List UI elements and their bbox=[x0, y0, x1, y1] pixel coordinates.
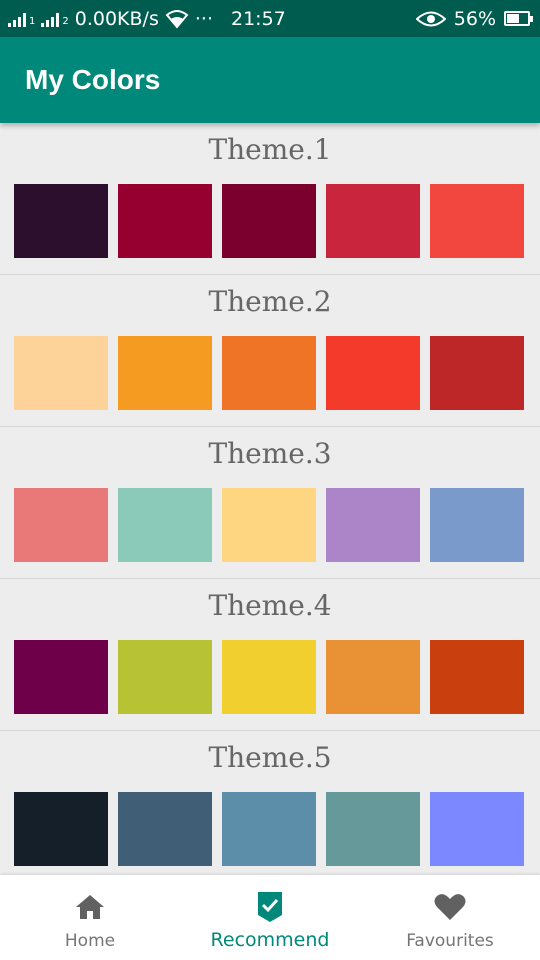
home-icon bbox=[73, 891, 107, 923]
color-swatch[interactable] bbox=[14, 792, 108, 866]
color-swatch[interactable] bbox=[14, 640, 108, 714]
color-swatch[interactable] bbox=[118, 488, 212, 562]
color-swatch[interactable] bbox=[326, 336, 420, 410]
color-swatch[interactable] bbox=[222, 488, 316, 562]
swatch-row bbox=[14, 488, 524, 562]
status-bar: 1 2 0.00KB/s ··· 21:57 56% bbox=[0, 0, 540, 37]
color-swatch[interactable] bbox=[222, 640, 316, 714]
swatch-row bbox=[14, 336, 524, 410]
color-swatch[interactable] bbox=[430, 640, 524, 714]
more-indicator: ··· bbox=[194, 7, 213, 30]
theme-card[interactable]: Theme.5 bbox=[0, 731, 540, 875]
battery-icon bbox=[504, 11, 533, 26]
nav-home-label: Home bbox=[64, 931, 116, 951]
nav-favourites[interactable]: Favourites bbox=[360, 875, 540, 960]
nav-home[interactable]: Home bbox=[0, 875, 180, 960]
color-swatch[interactable] bbox=[430, 488, 524, 562]
signal-1-icon: 1 bbox=[8, 11, 35, 27]
color-swatch[interactable] bbox=[326, 792, 420, 866]
theme-card[interactable]: Theme.2 bbox=[0, 275, 540, 427]
eye-icon bbox=[415, 11, 446, 26]
theme-name: Theme.3 bbox=[208, 437, 332, 470]
swatch-row bbox=[14, 184, 524, 258]
color-swatch[interactable] bbox=[326, 184, 420, 258]
clock: 21:57 bbox=[230, 7, 286, 30]
color-swatch[interactable] bbox=[430, 184, 524, 258]
color-swatch[interactable] bbox=[14, 336, 108, 410]
theme-card[interactable]: Theme.1 bbox=[0, 123, 540, 275]
check-shield-icon bbox=[253, 891, 287, 923]
color-swatch[interactable] bbox=[118, 184, 212, 258]
nav-favourites-label: Favourites bbox=[406, 931, 494, 951]
wifi-icon bbox=[165, 9, 189, 29]
nav-recommend[interactable]: Recommend bbox=[180, 875, 360, 960]
color-swatch[interactable] bbox=[222, 184, 316, 258]
theme-name: Theme.2 bbox=[208, 285, 332, 318]
theme-name: Theme.4 bbox=[208, 589, 332, 622]
theme-list[interactable]: Theme.1 Theme.2 Theme.3 Theme.4 Theme.5 bbox=[0, 123, 540, 875]
color-swatch[interactable] bbox=[118, 640, 212, 714]
color-swatch[interactable] bbox=[222, 336, 316, 410]
color-swatch[interactable] bbox=[326, 640, 420, 714]
theme-name: Theme.5 bbox=[208, 741, 332, 774]
signal-2-icon: 2 bbox=[41, 11, 69, 27]
theme-card[interactable]: Theme.3 bbox=[0, 427, 540, 579]
theme-name: Theme.1 bbox=[208, 133, 332, 166]
color-swatch[interactable] bbox=[222, 792, 316, 866]
color-swatch[interactable] bbox=[430, 792, 524, 866]
network-speed: 0.00KB/s bbox=[74, 7, 159, 30]
battery-percent: 56% bbox=[453, 7, 496, 30]
color-swatch[interactable] bbox=[14, 488, 108, 562]
nav-recommend-label: Recommend bbox=[210, 929, 330, 951]
swatch-row bbox=[14, 640, 524, 714]
color-swatch[interactable] bbox=[430, 336, 524, 410]
color-swatch[interactable] bbox=[118, 792, 212, 866]
theme-card[interactable]: Theme.4 bbox=[0, 579, 540, 731]
heart-icon bbox=[433, 891, 467, 923]
swatch-row bbox=[14, 792, 524, 866]
color-swatch[interactable] bbox=[326, 488, 420, 562]
color-swatch[interactable] bbox=[14, 184, 108, 258]
color-swatch[interactable] bbox=[118, 336, 212, 410]
bottom-nav: Home Recommend Favourites bbox=[0, 875, 540, 960]
app-bar: My Colors bbox=[0, 37, 540, 123]
app-title: My Colors bbox=[25, 64, 161, 95]
